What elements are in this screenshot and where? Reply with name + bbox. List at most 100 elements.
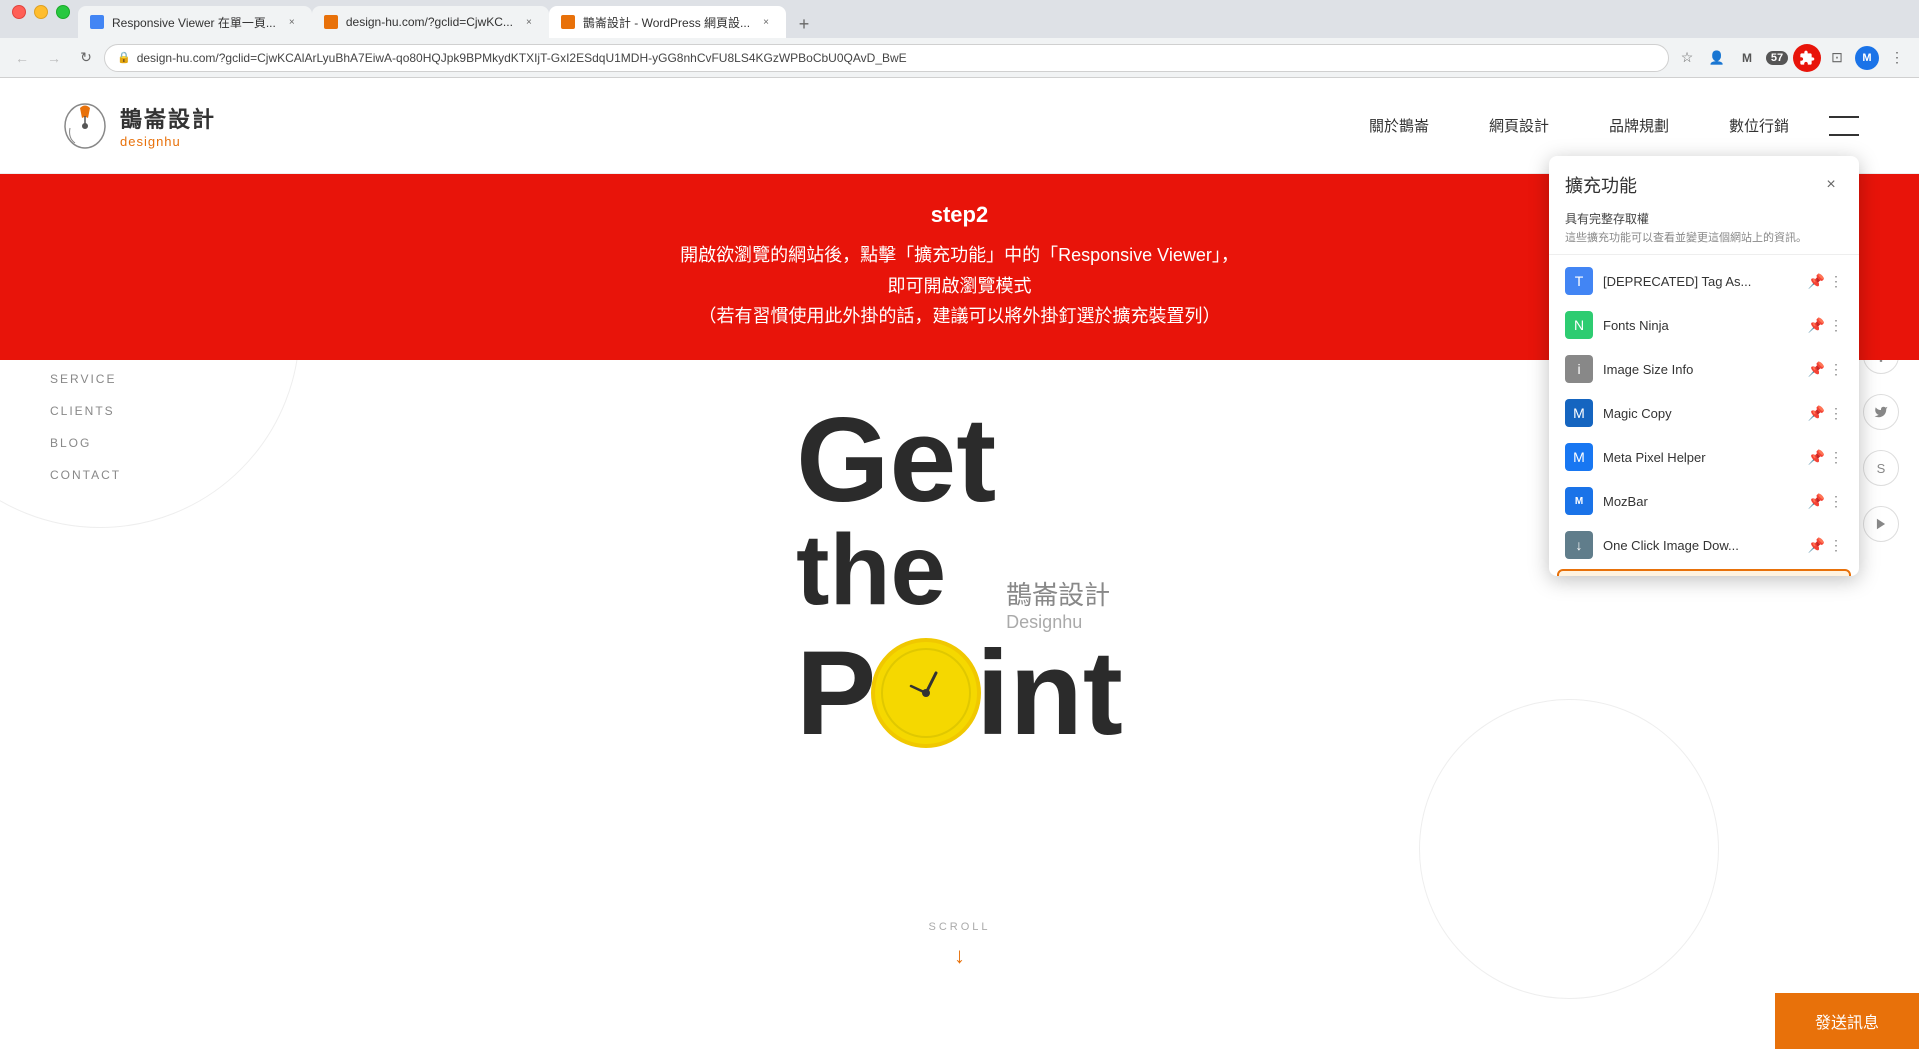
nav-item-marketing[interactable]: 數位行銷 (1729, 115, 1789, 136)
ext-more-imagesize[interactable]: ⋮ (1829, 361, 1843, 378)
ext-item-mozbar[interactable]: M MozBar 📌 ⋮ (1549, 479, 1859, 523)
nav-item-brand[interactable]: 品牌規劃 (1609, 115, 1669, 136)
bookmark-icon[interactable]: ☆ (1673, 44, 1701, 72)
scroll-text: SCROLL (928, 921, 990, 933)
ext-name-meta: Meta Pixel Helper (1603, 450, 1798, 465)
hero-text: Get the 鵲崙設計 Designhu P (796, 400, 1123, 753)
tab-title-3: 鵲崙設計 - WordPress 網頁設... (583, 14, 750, 31)
extension-panel-header: 擴充功能 × (1549, 156, 1859, 206)
address-input[interactable]: 🔒 design-hu.com/?gclid=CjwKCAlArLyuBhA7E… (104, 44, 1669, 72)
hero-p: P (796, 633, 876, 753)
extensions-button[interactable] (1793, 44, 1821, 72)
ext-name-deprecated: [DEPRECATED] Tag As... (1603, 274, 1798, 289)
more-menu-button[interactable]: ⋮ (1883, 44, 1911, 72)
close-window-button[interactable] (12, 5, 26, 19)
ext-actions-meta: 📌 ⋮ (1808, 449, 1843, 466)
ext-more-oneclick[interactable]: ⋮ (1829, 537, 1843, 554)
ext-item-fonts-ninja[interactable]: N Fonts Ninja 📌 ⋮ (1549, 303, 1859, 347)
ext-name-col-mozbar: MozBar (1603, 494, 1798, 509)
nav-item-web[interactable]: 網頁設計 (1489, 115, 1549, 136)
ext-name-magic: Magic Copy (1603, 406, 1798, 421)
ext-pin-oneclick[interactable]: 📌 (1808, 537, 1825, 554)
ext-more-mozbar[interactable]: ⋮ (1829, 493, 1843, 510)
ext-name-col-oneclick: One Click Image Dow... (1603, 538, 1798, 553)
ext-item-meta-pixel[interactable]: M Meta Pixel Helper 📌 ⋮ (1549, 435, 1859, 479)
ext-name-col-meta: Meta Pixel Helper (1603, 450, 1798, 465)
tab-title-2: design-hu.com/?gclid=CjwKC... (346, 15, 513, 29)
scroll-arrow-icon: ↓ (928, 943, 990, 969)
extension-panel: 擴充功能 × 具有完整存取權 這些擴充功能可以查看並變更這個網站上的資訊。 T … (1549, 156, 1859, 576)
tab-close-3[interactable]: × (758, 14, 774, 30)
ext-item-magic-copy[interactable]: M Magic Copy 📌 ⋮ (1549, 391, 1859, 435)
lock-icon: 🔒 (117, 51, 131, 64)
tab-favicon-2 (324, 15, 338, 29)
step-line3: （若有習慣使用此外掛的話，建議可以將外掛釘選於擴充裝置列） (699, 306, 1221, 326)
hero-get: Get (796, 400, 1123, 520)
ext-actions-oneclick: 📌 ⋮ (1808, 537, 1843, 554)
ext-item-image-size[interactable]: i Image Size Info 📌 ⋮ (1549, 347, 1859, 391)
ext-more-fonts[interactable]: ⋮ (1829, 317, 1843, 334)
hero-brand: 鵲崙設計 Designhu (1006, 575, 1110, 633)
tab-title-1: Responsive Viewer 在單一頁... (112, 14, 276, 31)
tab-favicon-1 (90, 15, 104, 29)
hamburger-line-1 (1829, 116, 1859, 118)
cast-icon[interactable]: ⊡ (1823, 44, 1851, 72)
ext-name-fonts: Fonts Ninja (1603, 318, 1798, 333)
ext-pin-magic[interactable]: 📌 (1808, 405, 1825, 422)
ext-pin-imagesize[interactable]: 📌 (1808, 361, 1825, 378)
new-tab-button[interactable]: + (790, 10, 818, 38)
ext-access-title: 具有完整存取權 (1549, 206, 1859, 229)
ext-pin-fonts[interactable]: 📌 (1808, 317, 1825, 334)
back-button[interactable]: ← (8, 44, 36, 72)
address-bar-row: ← → ↻ 🔒 design-hu.com/?gclid=CjwKCAlArLy… (0, 38, 1919, 78)
maximize-window-button[interactable] (56, 5, 70, 19)
ext-actions-deprecated: 📌 ⋮ (1808, 273, 1843, 290)
profile-button[interactable]: M (1853, 44, 1881, 72)
minimize-window-button[interactable] (34, 5, 48, 19)
right-sidebar: S (1863, 338, 1899, 542)
browser-tab-2[interactable]: design-hu.com/?gclid=CjwKC... × (312, 6, 549, 38)
memory-saver-icon[interactable]: M (1733, 44, 1761, 72)
ext-actions-imagesize: 📌 ⋮ (1808, 361, 1843, 378)
hero-brand-sub: Designhu (1006, 612, 1110, 633)
logo-sub-text: designhu (120, 134, 216, 149)
cta-button[interactable]: 發送訊息 (1775, 993, 1919, 1049)
ext-icon-one-click: ↓ (1565, 531, 1593, 559)
tab-bar: Responsive Viewer 在單一頁... × design-hu.co… (0, 0, 1919, 38)
window-controls (0, 5, 82, 19)
website-content: 鵲崙設計 designhu 關於鵲崙 網頁設計 品牌規劃 數位行銷 step2 … (0, 78, 1919, 1049)
toolbar-icons: ☆ 👤 M 57 ⊡ M ⋮ (1673, 44, 1911, 72)
ext-item-deprecated-tag[interactable]: T [DEPRECATED] Tag As... 📌 ⋮ (1549, 259, 1859, 303)
extension-profile-icon[interactable]: 👤 (1703, 44, 1731, 72)
tab-favicon-3 (561, 15, 575, 29)
ext-name-col-imagesize: Image Size Info (1603, 362, 1798, 377)
browser-chrome: Responsive Viewer 在單一頁... × design-hu.co… (0, 0, 1919, 78)
skype-icon[interactable]: S (1863, 450, 1899, 486)
twitter-icon[interactable] (1863, 394, 1899, 430)
step-line2: 即可開啟瀏覽模式 (888, 276, 1032, 296)
ext-more-meta[interactable]: ⋮ (1829, 449, 1843, 466)
ext-icon-image-size: i (1565, 355, 1593, 383)
tab-close-2[interactable]: × (521, 14, 537, 30)
tab-close-1[interactable]: × (284, 14, 300, 30)
ext-pin-deprecated[interactable]: 📌 (1808, 273, 1825, 290)
refresh-button[interactable]: ↻ (72, 44, 100, 72)
ext-count-badge[interactable]: 57 (1763, 44, 1791, 72)
browser-tab-3[interactable]: 鵲崙設計 - WordPress 網頁設... × (549, 6, 786, 38)
logo-text: 鵲崙設計 designhu (120, 102, 216, 149)
ext-item-one-click[interactable]: ↓ One Click Image Dow... 📌 ⋮ (1549, 523, 1859, 567)
ext-pin-mozbar[interactable]: 📌 (1808, 493, 1825, 510)
ext-more-deprecated[interactable]: ⋮ (1829, 273, 1843, 290)
ext-name-oneclick: One Click Image Dow... (1603, 538, 1798, 553)
browser-tab-1[interactable]: Responsive Viewer 在單一頁... × (78, 6, 312, 38)
extension-panel-close-button[interactable]: × (1819, 173, 1843, 197)
hamburger-menu[interactable] (1829, 116, 1859, 136)
youtube-icon[interactable] (1863, 506, 1899, 542)
ext-more-magic[interactable]: ⋮ (1829, 405, 1843, 422)
ext-pin-meta[interactable]: 📌 (1808, 449, 1825, 466)
ext-item-responsive-viewer[interactable]: ⊡ Responsive Viewer Responsive Viewer 有權… (1557, 569, 1851, 576)
nav-item-about[interactable]: 關於鵲崙 (1369, 115, 1429, 136)
forward-button[interactable]: → (40, 44, 68, 72)
hero-brand-name: 鵲崙設計 (1006, 575, 1110, 612)
hero-point-row: P int (796, 633, 1123, 753)
